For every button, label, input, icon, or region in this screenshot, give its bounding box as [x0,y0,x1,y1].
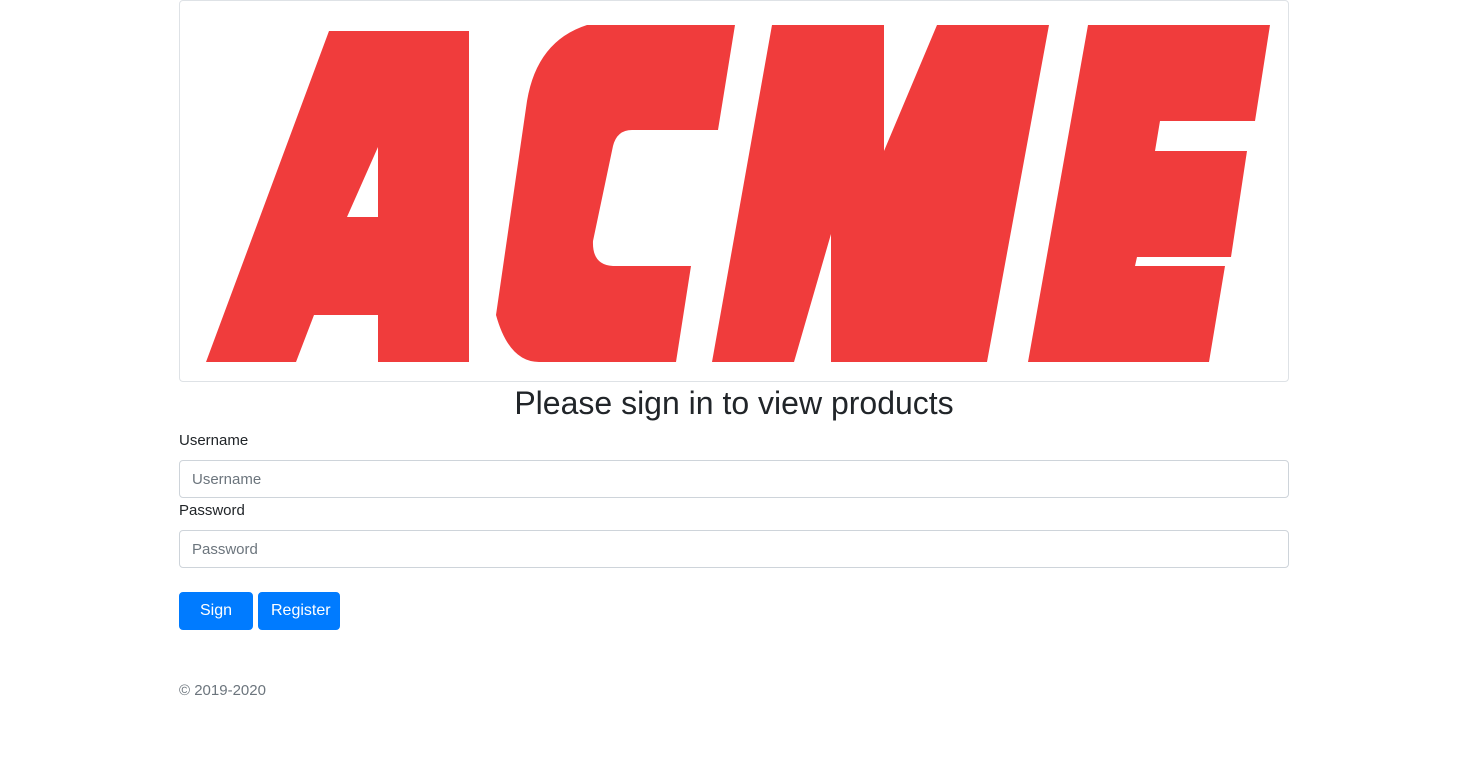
register-button[interactable]: Register [258,592,340,630]
footer-copyright: © 2019-2020 [179,682,266,699]
logo-frame [179,0,1289,382]
page-title: Please sign in to view products [514,385,954,421]
username-input[interactable] [179,460,1289,498]
password-input[interactable] [179,530,1289,568]
username-label: Username [179,432,249,449]
password-label: Password [179,502,245,519]
acme-logo [206,25,1270,362]
sign-in-button[interactable]: Sign in [179,592,253,655]
